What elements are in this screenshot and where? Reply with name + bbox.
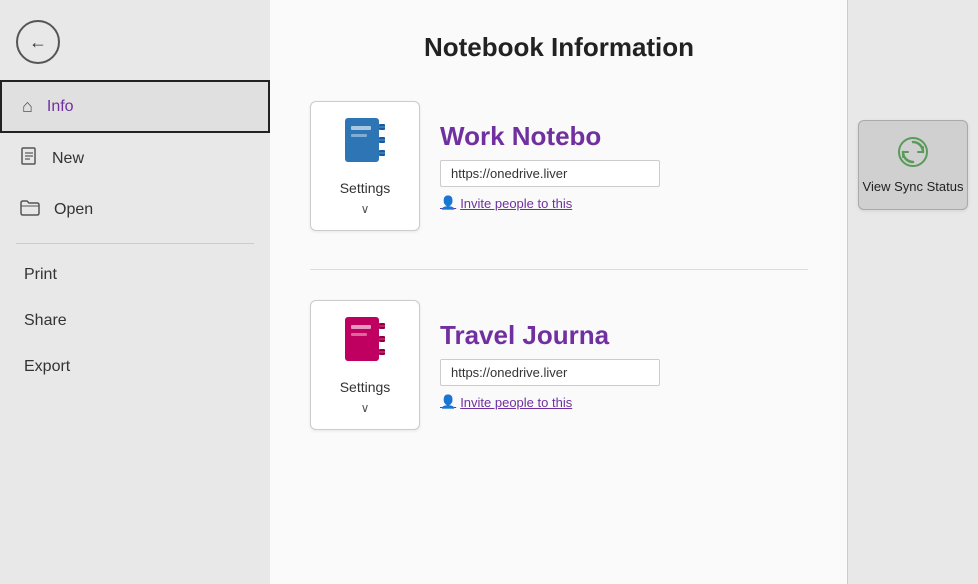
settings-button-travel[interactable]: Settings ∨	[310, 300, 420, 430]
notebook-divider	[310, 269, 808, 270]
invite-link-travel[interactable]: 👤 Invite people to this	[440, 394, 808, 410]
home-icon: ⌂	[22, 96, 33, 117]
page-title: Notebook Information	[310, 32, 808, 63]
notebook-card-work: Settings ∨ Work Notebo https://onedrive.…	[310, 91, 808, 241]
sidebar-info-label: Info	[47, 98, 74, 116]
notebook-url-travel: https://onedrive.liver	[440, 359, 660, 386]
sidebar-open-label: Open	[54, 201, 93, 219]
share-label: Share	[24, 312, 67, 329]
sync-icon	[895, 134, 931, 173]
new-icon	[20, 147, 38, 170]
notebook-name-travel: Travel Journa	[440, 320, 808, 351]
notebook-name-work: Work Notebo	[440, 121, 808, 152]
vertical-divider	[847, 0, 848, 584]
notebook-icon-work	[343, 116, 387, 174]
invite-icon-work: 👤	[440, 195, 456, 211]
settings-chevron-work: ∨	[361, 202, 370, 216]
sidebar-item-share[interactable]: Share	[0, 298, 270, 344]
sidebar-item-print[interactable]: Print	[0, 252, 270, 298]
back-arrow-icon: ←	[29, 32, 47, 53]
sidebar-item-new[interactable]: New	[0, 133, 270, 184]
notebook-card-travel: Settings ∨ Travel Journa https://onedriv…	[310, 290, 808, 440]
settings-label-work: Settings	[340, 180, 391, 196]
sync-button-label: View Sync Status	[863, 179, 964, 196]
settings-chevron-travel: ∨	[361, 401, 370, 415]
notebook-icon-travel	[343, 315, 387, 373]
sidebar-new-label: New	[52, 150, 84, 168]
export-label: Export	[24, 358, 70, 375]
back-button[interactable]: ←	[16, 20, 60, 64]
settings-label-travel: Settings	[340, 379, 391, 395]
right-panel: View Sync Status	[848, 0, 978, 584]
sidebar-item-open[interactable]: Open	[0, 184, 270, 235]
notebook-url-work: https://onedrive.liver	[440, 160, 660, 187]
notebook-info-work: Work Notebo https://onedrive.liver 👤 Inv…	[440, 121, 808, 211]
invite-icon-travel: 👤	[440, 394, 456, 410]
view-sync-status-button[interactable]: View Sync Status	[858, 120, 968, 210]
print-label: Print	[24, 266, 57, 283]
sidebar: ← ⌂ Info New Open Print Share	[0, 0, 270, 584]
settings-button-work[interactable]: Settings ∨	[310, 101, 420, 231]
nav-divider	[16, 243, 254, 244]
notebook-info-travel: Travel Journa https://onedrive.liver 👤 I…	[440, 320, 808, 410]
open-icon	[20, 198, 40, 221]
sidebar-item-export[interactable]: Export	[0, 344, 270, 390]
invite-link-work[interactable]: 👤 Invite people to this	[440, 195, 808, 211]
main-content: Notebook Information Settings ∨	[270, 0, 848, 584]
sidebar-item-info[interactable]: ⌂ Info	[0, 80, 270, 133]
